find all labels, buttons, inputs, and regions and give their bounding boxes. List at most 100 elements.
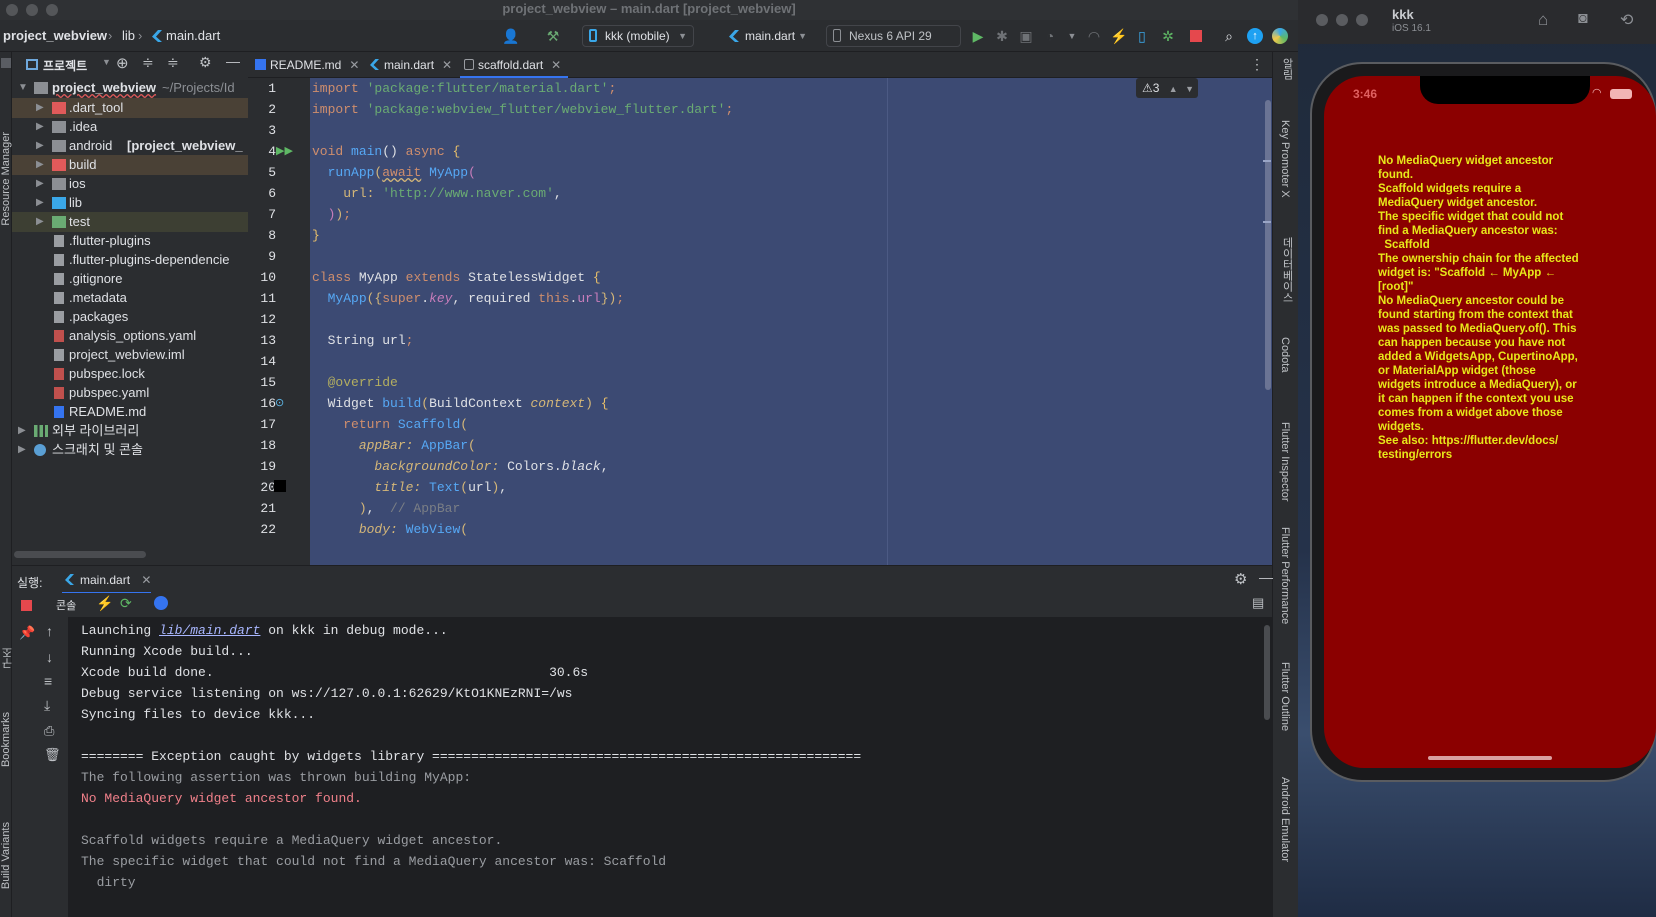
project-panel-title[interactable]: 프로젝트	[43, 57, 87, 74]
database-tab[interactable]: 데이터베이스	[1279, 237, 1295, 303]
stop-icon[interactable]	[1190, 30, 1202, 42]
coverage-icon[interactable]: ▣	[1018, 28, 1034, 44]
arrow-up-icon[interactable]: ↑	[46, 623, 53, 639]
device-selector[interactable]: kkk (mobile) ▼	[582, 25, 694, 47]
hide-panel-icon[interactable]: —	[226, 53, 240, 69]
zoom-window-button[interactable]	[46, 4, 58, 16]
hot-reload-icon[interactable]: ⚡	[96, 595, 113, 612]
tree-item-gitignore[interactable]: .gitignore	[12, 269, 248, 289]
debug-icon[interactable]: ✱	[994, 28, 1010, 44]
key-promoter-tab[interactable]: Key Promoter X	[1279, 120, 1291, 198]
devtools-icon[interactable]	[154, 596, 168, 610]
more-tabs-icon[interactable]: ⋮	[1250, 56, 1264, 73]
chevron-down-icon[interactable]: ▼	[1185, 84, 1194, 94]
gear-icon[interactable]: ⚙	[1234, 570, 1247, 588]
flutter-outline-tab[interactable]: Flutter Outline	[1279, 662, 1291, 731]
home-indicator[interactable]	[1428, 756, 1552, 760]
file-link[interactable]: lib/main.dart	[159, 623, 260, 638]
vertical-scrollbar[interactable]	[1265, 100, 1271, 390]
android-emulator-tab[interactable]: Android Emulator	[1279, 777, 1291, 862]
flutter-performance-tab[interactable]: Flutter Performance	[1279, 527, 1291, 624]
zoom-window-button[interactable]	[1356, 14, 1368, 26]
run-config-selector[interactable]: main.dart ▼	[722, 25, 814, 47]
flutter-inspector-tab[interactable]: Flutter Inspector	[1279, 422, 1291, 501]
console-output[interactable]: Launching lib/main.dart on kkk in debug …	[68, 617, 1262, 917]
layout-icon[interactable]: ▤	[1252, 595, 1264, 611]
tree-item-iml[interactable]: project_webview.iml	[12, 345, 248, 365]
minimize-window-button[interactable]	[26, 4, 38, 16]
tree-item-pubspec-yaml[interactable]: pubspec.yaml	[12, 383, 248, 403]
tree-item-scratches[interactable]: ▶ 스크래치 및 콘솔	[12, 440, 248, 460]
inspection-widget[interactable]: ⚠3 ▲ ▼	[1136, 78, 1198, 98]
tree-item-metadata[interactable]: .metadata	[12, 288, 248, 308]
hide-panel-icon[interactable]: —	[1259, 569, 1273, 585]
scroll-to-end-icon[interactable]: ⤓	[44, 697, 50, 714]
run-icon[interactable]: ▶	[970, 28, 986, 44]
tree-item-test[interactable]: ▶ test	[12, 212, 248, 232]
tree-item-idea[interactable]: ▶ .idea	[12, 117, 248, 137]
tree-item-analysis-options[interactable]: analysis_options.yaml	[12, 326, 248, 346]
tab-readme[interactable]: README.md ✕	[252, 52, 360, 78]
tree-item-ios[interactable]: ▶ ios	[12, 174, 248, 194]
chevron-down-icon[interactable]: ▼	[102, 57, 111, 67]
attach-debugger-icon[interactable]: ✲	[1160, 28, 1176, 44]
minimize-window-button[interactable]	[1336, 14, 1348, 26]
device-manager-icon[interactable]: ▯	[1134, 28, 1150, 44]
horizontal-scrollbar[interactable]	[14, 551, 146, 558]
hot-restart-icon[interactable]: ⟳	[120, 595, 132, 612]
locate-icon[interactable]: ⊕	[116, 54, 129, 72]
screenshot-icon[interactable]: ◙	[1578, 10, 1588, 28]
collapse-all-icon[interactable]: ≑	[167, 54, 179, 71]
project-tool-icon[interactable]	[1, 58, 11, 68]
close-window-button[interactable]	[6, 4, 18, 16]
tree-item-external-libraries[interactable]: ▶ 외부 라이브러리	[12, 421, 248, 441]
tree-item-flutter-plugins-dependencies[interactable]: .flutter-plugins-dependencie	[12, 250, 248, 270]
tab-main-dart[interactable]: main.dart ✕	[366, 52, 456, 78]
update-icon[interactable]: ↑	[1247, 28, 1263, 44]
chevron-down-icon[interactable]: ▼	[1064, 28, 1080, 44]
hot-reload-icon[interactable]: ⚡	[1110, 28, 1127, 44]
breadcrumb-file[interactable]: main.dart	[166, 28, 220, 43]
code-editor[interactable]: import 'package:flutter/material.dart'; …	[310, 78, 1262, 565]
trash-icon[interactable]: 🗑	[44, 747, 61, 763]
tree-item-dart-tool[interactable]: ▶ .dart_tool	[12, 98, 248, 118]
soft-wrap-icon[interactable]: ≡	[44, 673, 52, 689]
home-icon[interactable]: ⌂	[1538, 10, 1548, 30]
build-hammer-icon[interactable]: ⚒	[545, 28, 561, 44]
tree-item-readme[interactable]: README.md	[12, 402, 248, 422]
gear-icon[interactable]: ⚙	[199, 54, 212, 71]
close-icon[interactable]: ✕	[551, 58, 561, 72]
resource-manager-tab[interactable]: Resource Manager	[0, 132, 12, 226]
rotate-icon[interactable]: ⟲	[1620, 10, 1633, 30]
tree-item-lib[interactable]: ▶ lib	[12, 193, 248, 213]
run-gutter-icon[interactable]: ▶▶	[276, 144, 293, 157]
tree-root[interactable]: ▼ project_webview ~/Projects/Id	[12, 78, 248, 98]
profile-icon[interactable]: ◔	[1042, 28, 1058, 44]
vertical-scrollbar[interactable]	[1264, 625, 1270, 720]
performance-icon[interactable]: ◠	[1086, 28, 1102, 44]
tree-item-pubspec-lock[interactable]: pubspec.lock	[12, 364, 248, 384]
expand-all-icon[interactable]: ≑	[142, 54, 154, 71]
chevron-up-icon[interactable]: ▲	[1169, 84, 1178, 94]
notifications-tab[interactable]: 알림	[1279, 58, 1295, 80]
close-window-button[interactable]	[1316, 14, 1328, 26]
tree-item-flutter-plugins[interactable]: .flutter-plugins	[12, 231, 248, 251]
emulator-selector[interactable]: Nexus 6 API 29	[826, 25, 961, 47]
search-icon[interactable]: ⌕	[1221, 28, 1237, 44]
close-icon[interactable]: ✕	[442, 58, 452, 72]
close-icon[interactable]: ✕	[141, 573, 151, 587]
print-icon[interactable]: ⎙	[44, 723, 54, 739]
tree-item-build[interactable]: ▶ build	[12, 155, 248, 175]
override-gutter-icon[interactable]: ⊙	[275, 396, 284, 409]
tab-scaffold-dart[interactable]: scaffold.dart ✕	[460, 52, 568, 78]
plugin-icon[interactable]	[1272, 28, 1288, 44]
codota-tab[interactable]: Codota	[1279, 337, 1291, 372]
console-tab[interactable]: 콘솔	[56, 597, 76, 613]
tree-item-packages[interactable]: .packages	[12, 307, 248, 327]
breadcrumb-project[interactable]: project_webview	[3, 28, 107, 43]
close-icon[interactable]: ✕	[349, 58, 359, 72]
build-variants-tab[interactable]: Build Variants	[0, 822, 12, 889]
run-tab-main-dart[interactable]: main.dart ✕	[62, 566, 152, 594]
pin-icon[interactable]: 📌	[19, 625, 35, 641]
tree-item-android[interactable]: ▶ android [project_webview_	[12, 136, 248, 156]
